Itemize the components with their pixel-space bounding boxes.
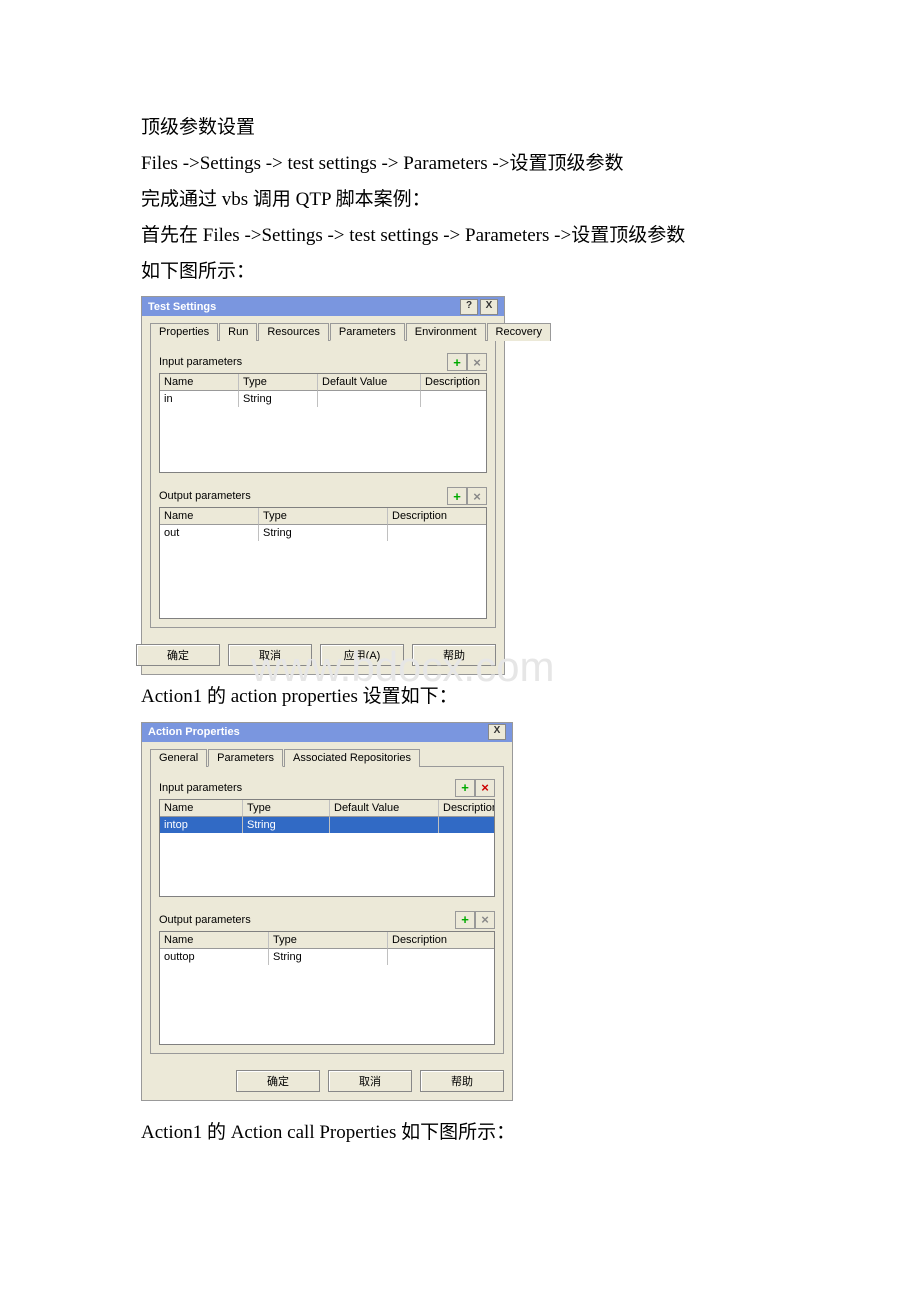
delete-icon[interactable]: × [467,353,487,371]
doc-text: 首先在 Files ->Settings -> test settings ->… [141,218,781,254]
input-parameters-label: Input parameters [159,782,242,794]
close-icon[interactable]: X [488,724,506,740]
tab-panel: Input parameters + × Name Type Default V… [150,340,496,628]
col-type: Type [239,374,318,391]
apply-button[interactable]: 应用(A) [320,644,404,666]
table-header: Name Type Description [160,508,486,525]
help-icon[interactable]: ? [460,299,478,315]
table-header: Name Type Default Value Description [160,374,486,391]
tab-resources[interactable]: Resources [258,323,329,341]
dialog-buttons: 确定 取消 应用(A) 帮助 [142,636,504,674]
col-type: Type [269,932,388,949]
dialog-buttons: 确定 取消 帮助 [142,1062,512,1100]
cell-type: String [269,949,388,965]
ok-button[interactable]: 确定 [136,644,220,666]
help-button[interactable]: 帮助 [420,1070,504,1092]
col-name: Name [160,932,269,949]
table-header: Name Type Default Value Description [160,800,494,817]
dialog-title: Action Properties [148,726,240,738]
col-type: Type [243,800,330,817]
cell-type: String [243,817,330,833]
doc-text: Files ->Settings -> test settings -> Par… [141,146,781,182]
cell-description [388,949,494,965]
cell-type: String [259,525,388,541]
col-name: Name [160,508,259,525]
tab-recovery[interactable]: Recovery [487,323,551,341]
table-row[interactable]: intop String [160,817,494,833]
cell-default [330,817,439,833]
col-type: Type [259,508,388,525]
table-header: Name Type Description [160,932,494,949]
ok-button[interactable]: 确定 [236,1070,320,1092]
table-row[interactable]: out String [160,525,486,541]
tab-environment[interactable]: Environment [406,323,486,341]
delete-icon[interactable]: × [467,487,487,505]
output-parameters-label: Output parameters [159,914,251,926]
titlebar: Test Settings ? X [142,297,504,316]
help-button[interactable]: 帮助 [412,644,496,666]
doc-text: 如下图所示： [141,254,781,290]
tab-parameters[interactable]: Parameters [208,749,283,767]
tab-run[interactable]: Run [219,323,257,341]
dialog-title: Test Settings [148,301,216,313]
table-row[interactable]: outtop String [160,949,494,965]
cancel-button[interactable]: 取消 [228,644,312,666]
tab-general[interactable]: General [150,749,207,767]
doc-text: Action1 的 Action call Properties 如下图所示： [141,1115,781,1151]
col-description: Description [388,932,494,949]
tab-associated-repositories[interactable]: Associated Repositories [284,749,420,767]
test-settings-dialog: Test Settings ? X Properties Run Resourc… [141,296,505,675]
doc-heading: 顶级参数设置 [141,110,781,146]
input-parameters-label: Input parameters [159,356,242,368]
cell-description [421,391,486,407]
cell-type: String [239,391,318,407]
col-description: Description [388,508,486,525]
action-properties-dialog: Action Properties X General Parameters A… [141,722,513,1101]
cell-name: intop [160,817,243,833]
titlebar: Action Properties X [142,723,512,742]
doc-text: 完成通过 vbs 调用 QTP 脚本案例： [141,182,781,218]
delete-icon[interactable]: × [475,779,495,797]
col-description: Description [439,800,494,817]
add-icon[interactable]: + [447,487,467,505]
output-parameters-grid[interactable]: Name Type Description outtop String [159,931,495,1045]
cell-name: outtop [160,949,269,965]
input-parameters-grid[interactable]: Name Type Default Value Description into… [159,799,495,897]
add-icon[interactable]: + [455,911,475,929]
delete-icon[interactable]: × [475,911,495,929]
add-icon[interactable]: + [455,779,475,797]
col-description: Description [421,374,486,391]
output-parameters-label: Output parameters [159,490,251,502]
col-name: Name [160,800,243,817]
add-icon[interactable]: + [447,353,467,371]
tab-properties[interactable]: Properties [150,323,218,341]
cancel-button[interactable]: 取消 [328,1070,412,1092]
cell-description [388,525,486,541]
cell-name: out [160,525,259,541]
cell-default [318,391,421,407]
col-default: Default Value [318,374,421,391]
input-parameters-grid[interactable]: Name Type Default Value Description in S… [159,373,487,473]
table-row[interactable]: in String [160,391,486,407]
close-icon[interactable]: X [480,299,498,315]
tabs: Properties Run Resources Parameters Envi… [150,322,496,340]
output-parameters-grid[interactable]: Name Type Description out String [159,507,487,619]
tabs: General Parameters Associated Repositori… [150,748,504,766]
cell-name: in [160,391,239,407]
tab-panel: Input parameters + × Name Type Default V… [150,766,504,1054]
col-default: Default Value [330,800,439,817]
col-name: Name [160,374,239,391]
cell-description [439,817,494,833]
tab-parameters[interactable]: Parameters [330,323,405,341]
doc-text: Action1 的 action properties 设置如下： [141,679,781,715]
